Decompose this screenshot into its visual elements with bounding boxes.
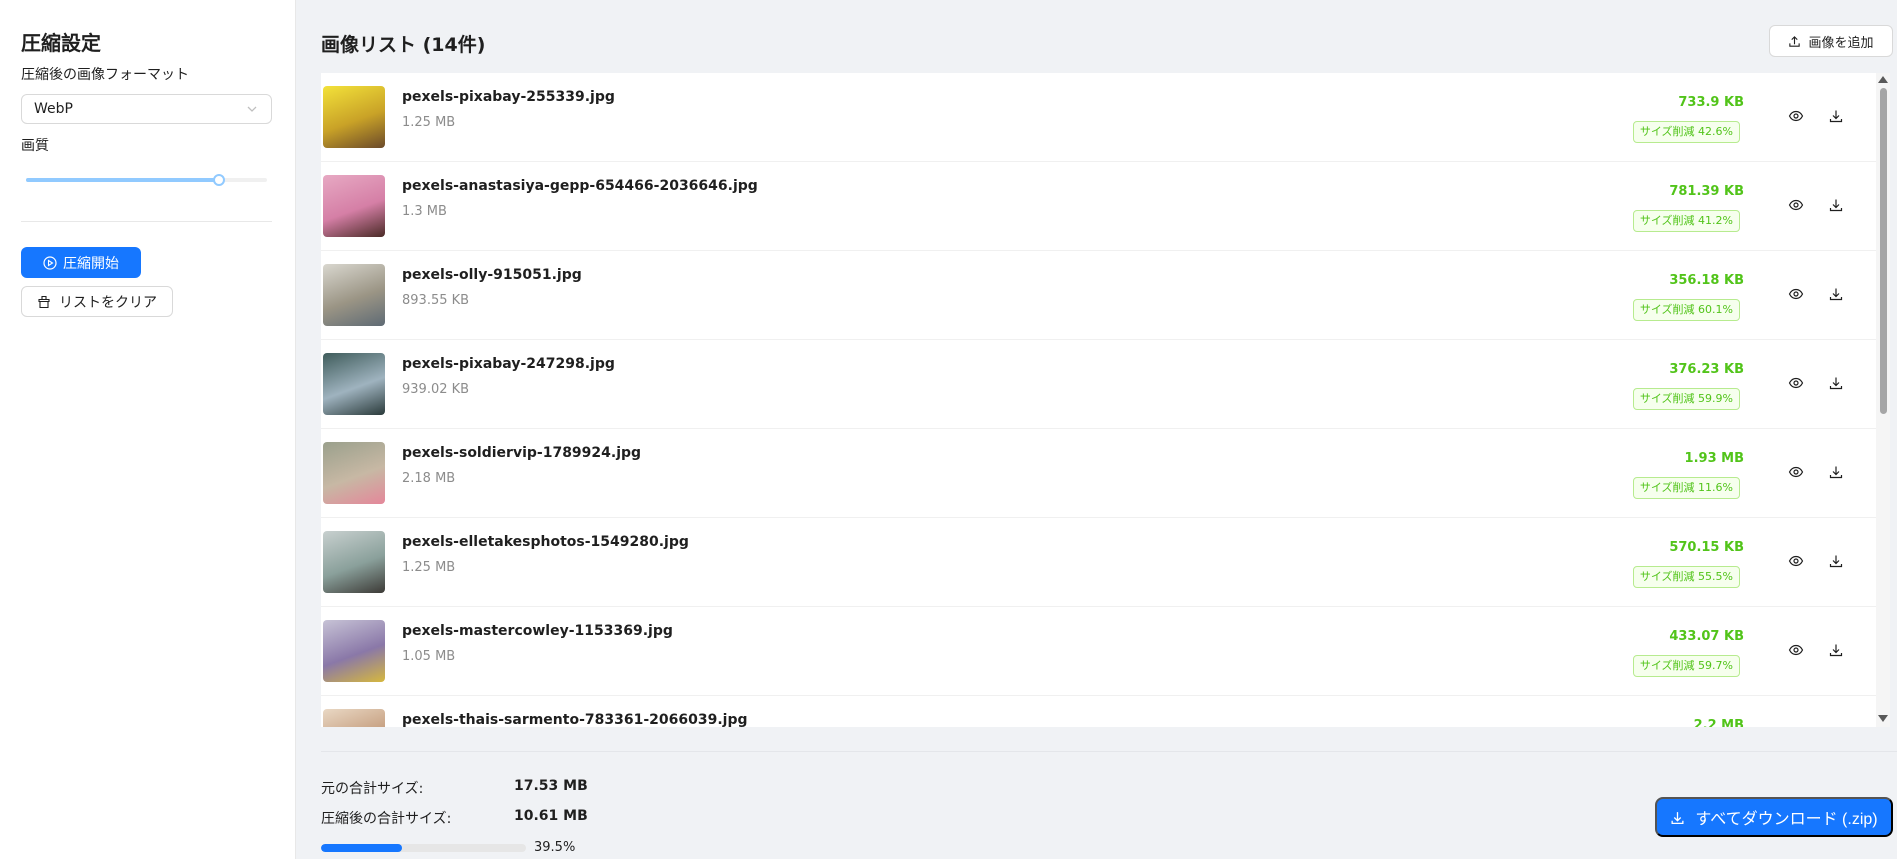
- download-icon[interactable]: [1828, 464, 1846, 482]
- format-label: 圧縮後の画像フォーマット: [21, 67, 189, 83]
- compressed-size: 356.18 KB: [1669, 273, 1744, 288]
- add-image-button[interactable]: 画像を追加: [1769, 25, 1893, 57]
- download-icon[interactable]: [1828, 642, 1846, 660]
- scrollbar-thumb[interactable]: [1880, 88, 1887, 414]
- image-row: pexels-thais-sarmento-783361-2066039.jpg…: [321, 696, 1876, 727]
- clear-icon: [37, 295, 51, 309]
- download-icon: [1670, 810, 1685, 825]
- original-size: 1.25 MB: [402, 560, 456, 575]
- footer-divider: [321, 751, 1897, 752]
- scroll-up-icon[interactable]: [1878, 76, 1888, 83]
- compressed-size-value: 10.61 MB: [514, 808, 588, 824]
- chevron-down-icon: [245, 102, 259, 116]
- image-thumbnail: [323, 442, 385, 504]
- compressed-size: 781.39 KB: [1669, 184, 1744, 199]
- file-name: pexels-soldiervip-1789924.jpg: [402, 445, 642, 461]
- slider-track: [26, 178, 219, 182]
- image-row: pexels-anastasiya-gepp-654466-2036646.jp…: [321, 162, 1876, 251]
- quality-label: 画質: [21, 138, 49, 154]
- start-compression-button[interactable]: 圧縮開始: [21, 247, 141, 278]
- compressed-size: 570.15 KB: [1669, 540, 1744, 555]
- original-size: 893.55 KB: [402, 293, 470, 308]
- divider: [21, 221, 272, 222]
- page-title: 画像リスト (14件): [321, 34, 486, 56]
- file-name: pexels-thais-sarmento-783361-2066039.jpg: [402, 712, 748, 727]
- download-all-zip-button[interactable]: すべてダウンロード (.zip): [1655, 797, 1893, 837]
- image-thumbnail: [323, 620, 385, 682]
- sidebar-title: 圧縮設定: [21, 31, 101, 55]
- reduction-tag: サイズ削減 42.6%: [1632, 121, 1740, 143]
- file-name: pexels-mastercowley-1153369.jpg: [402, 623, 673, 639]
- image-thumbnail: [323, 353, 385, 415]
- image-list: pexels-pixabay-255339.jpg 1.25 MB 733.9 KB…: [321, 73, 1876, 727]
- clear-list-label: リストをクリア: [59, 293, 157, 310]
- compressed-size: 1.93 MB: [1684, 451, 1744, 466]
- progress-bar: [321, 844, 526, 852]
- download-icon[interactable]: [1828, 108, 1846, 126]
- compressed-size: 433.07 KB: [1669, 629, 1744, 644]
- original-size: 939.02 KB: [402, 382, 470, 397]
- image-thumbnail: [323, 86, 385, 148]
- file-name: pexels-pixabay-247298.jpg: [402, 356, 615, 372]
- compressed-size: 2.2 MB: [1693, 718, 1744, 727]
- image-thumbnail: [323, 264, 385, 326]
- reduction-tag: サイズ削減 59.7%: [1632, 655, 1740, 677]
- add-image-label: 画像を追加: [1808, 34, 1874, 50]
- original-size-value: 17.53 MB: [514, 778, 588, 794]
- reduction-tag: サイズ削減 60.1%: [1632, 299, 1740, 321]
- format-select[interactable]: WebP: [21, 94, 272, 124]
- compressed-size: 733.9 KB: [1678, 95, 1744, 110]
- start-compression-label: 圧縮開始: [63, 254, 119, 271]
- file-name: pexels-pixabay-255339.jpg: [402, 89, 615, 105]
- eye-icon[interactable]: [1788, 108, 1806, 126]
- download-icon[interactable]: [1828, 375, 1846, 393]
- slider-handle[interactable]: [212, 174, 225, 186]
- upload-icon: [1788, 35, 1801, 48]
- image-row: pexels-olly-915051.jpg 893.55 KB 356.18 KB…: [321, 251, 1876, 340]
- image-row: pexels-soldiervip-1789924.jpg 2.18 MB 1.93…: [321, 429, 1876, 518]
- eye-icon[interactable]: [1788, 197, 1806, 215]
- original-size: 1.3 MB: [402, 204, 447, 219]
- eye-icon[interactable]: [1788, 553, 1806, 571]
- reduction-tag: サイズ削減 59.9%: [1632, 388, 1740, 410]
- sidebar: 圧縮設定 圧縮後の画像フォーマット WebP 画質 圧縮開始 リストをクリア: [0, 0, 296, 859]
- format-select-value: WebP: [34, 101, 73, 117]
- eye-icon[interactable]: [1788, 464, 1806, 482]
- file-name: pexels-anastasiya-gepp-654466-2036646.jp…: [402, 178, 758, 194]
- download-all-label: すべてダウンロード (.zip): [1695, 811, 1878, 828]
- download-icon[interactable]: [1828, 286, 1846, 304]
- image-thumbnail: [323, 175, 385, 237]
- original-size: 2.18 MB: [402, 471, 456, 486]
- original-size: 1.25 MB: [402, 115, 456, 130]
- original-size: 1.05 MB: [402, 649, 456, 664]
- reduction-tag: サイズ削減 41.2%: [1632, 210, 1740, 232]
- image-thumbnail: [323, 531, 385, 593]
- reduction-tag: サイズ削減 11.6%: [1632, 477, 1740, 499]
- download-icon[interactable]: [1828, 553, 1846, 571]
- clear-list-button[interactable]: リストをクリア: [21, 286, 173, 317]
- eye-icon[interactable]: [1788, 642, 1806, 660]
- file-name: pexels-elletakesphotos-1549280.jpg: [402, 534, 689, 550]
- quality-slider[interactable]: [26, 170, 267, 190]
- image-row: pexels-elletakesphotos-1549280.jpg 1.25 M…: [321, 518, 1876, 607]
- compressed-size-label: 圧縮後の合計サイズ:: [321, 811, 452, 827]
- compressed-size: 376.23 KB: [1669, 362, 1744, 377]
- download-icon[interactable]: [1828, 197, 1846, 215]
- image-row: pexels-pixabay-255339.jpg 1.25 MB 733.9 KB…: [321, 73, 1876, 162]
- original-size-label: 元の合計サイズ:: [321, 781, 424, 797]
- eye-icon[interactable]: [1788, 286, 1806, 304]
- progress-text: 39.5%: [534, 840, 576, 855]
- image-row: pexels-pixabay-247298.jpg 939.02 KB 376.23…: [321, 340, 1876, 429]
- progress-fill: [321, 844, 402, 852]
- play-circle-icon: [43, 255, 57, 270]
- eye-icon[interactable]: [1788, 375, 1806, 393]
- image-thumbnail: [323, 709, 385, 727]
- image-row: pexels-mastercowley-1153369.jpg 1.05 MB 43…: [321, 607, 1876, 696]
- reduction-tag: サイズ削減 55.5%: [1632, 566, 1740, 588]
- file-name: pexels-olly-915051.jpg: [402, 267, 582, 283]
- scroll-down-icon[interactable]: [1878, 715, 1888, 722]
